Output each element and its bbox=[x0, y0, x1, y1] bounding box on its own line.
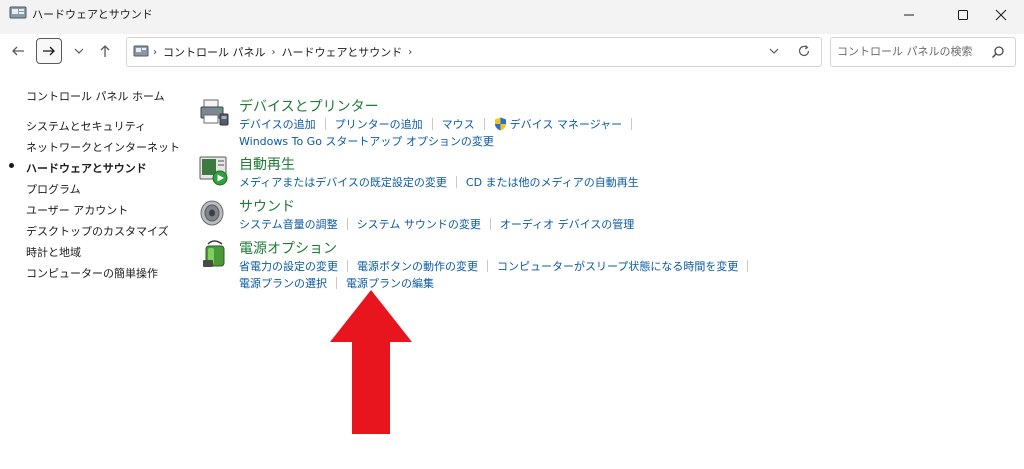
close-icon bbox=[995, 9, 1007, 21]
search-input[interactable] bbox=[837, 43, 983, 59]
sidebar-item-clock-region[interactable]: 時計と地域 bbox=[26, 244, 180, 265]
link-divider bbox=[631, 117, 633, 130]
search-icon[interactable] bbox=[991, 45, 1005, 59]
sidebar-item-appearance[interactable]: デスクトップのカスタマイズ bbox=[26, 223, 180, 244]
link-divider bbox=[347, 259, 348, 272]
arrow-left-icon bbox=[12, 46, 24, 56]
link-media-default-settings[interactable]: メディアまたはデバイスの既定設定の変更 bbox=[239, 174, 447, 190]
sidebar-list: システムとセキュリティ ネットワークとインターネット ハードウェアとサウンド プ… bbox=[9, 118, 180, 286]
category-links: メディアまたはデバイスの既定設定の変更 CD または他のメディアの自動再生 bbox=[239, 173, 639, 190]
link-choose-power-plan[interactable]: 電源プランの選択 bbox=[239, 275, 327, 291]
red-arrow-annotation-icon bbox=[330, 290, 412, 434]
sidebar-item-hardware-sound-current[interactable]: ハードウェアとサウンド bbox=[9, 160, 180, 181]
title-bar: ハードウェアとサウンド bbox=[0, 0, 1024, 34]
link-row: 省電力の設定の変更 電源ボタンの動作の変更 コンピューターがスリープ状態になる時… bbox=[239, 257, 757, 274]
up-button[interactable] bbox=[92, 38, 118, 64]
speaker-icon bbox=[200, 200, 224, 226]
breadcrumb-item-hardware-sound[interactable]: ハードウェアとサウンド bbox=[282, 44, 403, 60]
sidebar-item-user-accounts[interactable]: ユーザー アカウント bbox=[26, 202, 180, 223]
back-button[interactable] bbox=[5, 38, 31, 64]
printer-icon bbox=[200, 99, 229, 126]
link-edit-power-plan[interactable]: 電源プランの編集 bbox=[346, 275, 434, 291]
link-row: メディアまたはデバイスの既定設定の変更 CD または他のメディアの自動再生 bbox=[239, 173, 639, 190]
link-divider bbox=[324, 117, 326, 130]
breadcrumb-item-control-panel[interactable]: コントロール パネル bbox=[163, 44, 266, 60]
arrow-right-icon bbox=[43, 46, 55, 56]
link-row: デバイスの追加 プリンターの追加 マウス デバイス マネージャー bbox=[239, 115, 641, 132]
sidebar-item-programs[interactable]: プログラム bbox=[26, 181, 180, 202]
breadcrumb: › コントロール パネル › ハードウェアとサウンド › bbox=[153, 44, 412, 60]
link-row: システム音量の調整 システム サウンドの変更 オーディオ デバイスの管理 bbox=[239, 215, 634, 232]
link-device-manager[interactable]: デバイス マネージャー bbox=[510, 116, 622, 132]
link-adjust-volume[interactable]: システム音量の調整 bbox=[239, 216, 338, 232]
chevron-right-icon[interactable]: › bbox=[408, 47, 412, 58]
link-row: 電源プランの選択 電源プランの編集 bbox=[239, 274, 757, 291]
close-button[interactable] bbox=[978, 0, 1024, 30]
link-divider bbox=[487, 259, 488, 272]
link-change-system-sounds[interactable]: システム サウンドの変更 bbox=[357, 216, 481, 232]
link-divider bbox=[336, 276, 337, 289]
sidebar-item-ease-of-access[interactable]: コンピューターの簡単操作 bbox=[26, 265, 180, 286]
link-power-saving-settings[interactable]: 省電力の設定の変更 bbox=[239, 258, 338, 274]
link-windows-to-go[interactable]: Windows To Go スタートアップ オプションの変更 bbox=[239, 133, 494, 149]
chevron-down-icon bbox=[74, 48, 84, 54]
sidebar-home-link[interactable]: コントロール パネル ホーム bbox=[26, 88, 165, 104]
chevron-right-icon[interactable]: › bbox=[272, 47, 276, 58]
minimize-icon bbox=[904, 14, 914, 16]
link-divider bbox=[747, 259, 749, 272]
link-divider bbox=[455, 175, 457, 188]
link-cd-autoplay[interactable]: CD または他のメディアの自動再生 bbox=[466, 174, 639, 190]
uac-shield-icon bbox=[494, 117, 506, 130]
category-title-sound[interactable]: サウンド bbox=[239, 196, 295, 216]
link-mouse[interactable]: マウス bbox=[442, 116, 475, 132]
power-options-icon bbox=[203, 240, 225, 267]
link-divider bbox=[489, 217, 491, 230]
autoplay-icon bbox=[199, 156, 228, 186]
category-links: 省電力の設定の変更 電源ボタンの動作の変更 コンピューターがスリープ状態になる時… bbox=[239, 257, 757, 291]
arrow-up-icon bbox=[100, 45, 110, 57]
window-title: ハードウェアとサウンド bbox=[32, 8, 153, 21]
sidebar-item-system-security[interactable]: システムとセキュリティ bbox=[26, 118, 180, 139]
link-sleep-time[interactable]: コンピューターがスリープ状態になる時間を変更 bbox=[497, 258, 738, 274]
link-add-device[interactable]: デバイスの追加 bbox=[239, 116, 316, 132]
link-row: Windows To Go スタートアップ オプションの変更 bbox=[239, 132, 641, 149]
sidebar-item-network-internet[interactable]: ネットワークとインターネット bbox=[26, 139, 180, 160]
current-item-bullet-icon bbox=[9, 163, 14, 168]
category-title-power-options[interactable]: 電源オプション bbox=[239, 238, 337, 258]
category-links: デバイスの追加 プリンターの追加 マウス デバイス マネージャー Windows… bbox=[239, 115, 641, 149]
minimize-button[interactable] bbox=[886, 0, 932, 30]
sidebar: コントロール パネル ホーム システムとセキュリティ ネットワークとインターネッ… bbox=[9, 88, 180, 280]
link-power-button-behavior[interactable]: 電源ボタンの動作の変更 bbox=[357, 258, 478, 274]
search-box bbox=[830, 37, 1016, 67]
link-add-printer[interactable]: プリンターの追加 bbox=[335, 116, 423, 132]
control-panel-icon bbox=[133, 45, 149, 57]
address-bar[interactable]: › コントロール パネル › ハードウェアとサウンド › bbox=[126, 37, 822, 67]
link-divider bbox=[483, 117, 485, 130]
sidebar-item-label: ハードウェアとサウンド bbox=[26, 162, 147, 175]
category-links: システム音量の調整 システム サウンドの変更 オーディオ デバイスの管理 bbox=[239, 215, 634, 232]
control-panel-app-icon bbox=[9, 6, 27, 19]
recent-locations-button[interactable] bbox=[66, 38, 92, 64]
category-title-autoplay[interactable]: 自動再生 bbox=[239, 154, 295, 174]
refresh-icon[interactable] bbox=[797, 44, 811, 58]
link-divider bbox=[431, 117, 433, 130]
link-divider bbox=[346, 217, 348, 230]
address-history-dropdown-icon[interactable] bbox=[767, 44, 781, 58]
chevron-right-icon[interactable]: › bbox=[153, 47, 157, 58]
category-title-devices-printers[interactable]: デバイスとプリンター bbox=[239, 96, 379, 116]
maximize-icon bbox=[958, 10, 968, 20]
link-manage-audio-devices[interactable]: オーディオ デバイスの管理 bbox=[500, 216, 634, 232]
forward-button[interactable] bbox=[36, 38, 62, 64]
